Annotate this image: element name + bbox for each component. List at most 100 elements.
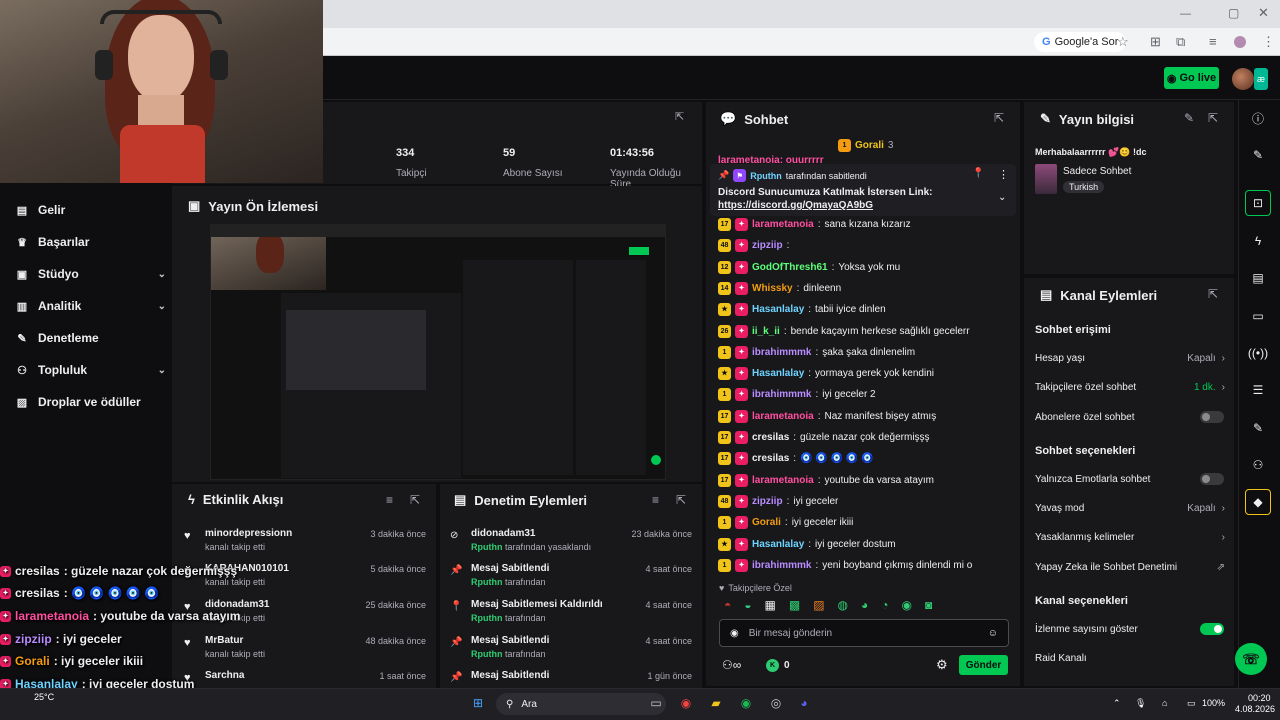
chat-username[interactable]: Whissky [752, 283, 793, 294]
chat-message[interactable]: 1 ✦ Gorali: iyi geceler ikiii [718, 513, 1018, 531]
stats-widget-icon[interactable]: ⊡ [1245, 190, 1271, 216]
chat-message[interactable]: 12 ✦ GodOfThresh61: Yoksa yok mu [718, 258, 1018, 276]
channel-points[interactable]: K 0 [766, 659, 790, 672]
chat-username[interactable]: zipziip [752, 496, 783, 507]
chat-message[interactable]: 1 ✦ ibrahimmmk: yeni boyband çıkmış dinl… [718, 556, 1018, 574]
tray-chevron-icon[interactable]: ⌃ [1113, 698, 1121, 709]
emote-icon[interactable]: ◕ [861, 598, 868, 614]
discord-icon[interactable]: ◕ [794, 693, 814, 713]
banned-words-setting[interactable]: Yasaklanmış kelimeler › [1035, 528, 1225, 546]
wrench-icon[interactable]: ✎ [1245, 415, 1271, 441]
chat-message[interactable]: ★ ✦ Hasanlalay: yormaya gerek yok kendin… [718, 364, 1018, 382]
chat-username[interactable]: Hasanlalay [752, 368, 804, 379]
activity-item[interactable]: ♥ MrBatur kanalı takip etti 48 dakika ön… [184, 635, 428, 665]
obs-icon[interactable]: ◎ [766, 693, 786, 713]
popout-icon[interactable]: ⇱ [994, 111, 1004, 125]
chat-message[interactable]: 17 ✦ cresilas: 🧿 🧿 🧿 🧿 🧿 [718, 449, 1018, 467]
account-age-setting[interactable]: Hesap yaşı Kapalı › [1035, 349, 1225, 367]
category-thumbnail[interactable] [1035, 164, 1057, 194]
popout-icon[interactable]: ⇱ [1208, 111, 1218, 125]
sidebar-item-topluluk[interactable]: ⚇ Topluluk ⌄ [16, 360, 166, 380]
chat-username[interactable]: cresilas [752, 453, 789, 464]
network-icon[interactable]: ⌂ [1162, 698, 1167, 708]
chat-username[interactable]: larametanoia [752, 411, 814, 422]
info-icon[interactable]: ⓘ [1245, 105, 1271, 131]
chat-username[interactable]: ibrahimmmk [752, 389, 811, 400]
category-name[interactable]: Sadece Sohbet [1063, 166, 1131, 177]
chat-message[interactable]: 1 ✦ ibrahimmmk: şaka şaka dinlenelim [718, 343, 1018, 361]
weather-temp[interactable]: 25°C [34, 692, 54, 702]
emote-icon[interactable]: ◉ [902, 598, 912, 614]
profile-icon[interactable] [1234, 36, 1246, 48]
emote-icon[interactable]: ▨ [813, 598, 824, 614]
emote-icon[interactable]: ◍ [838, 598, 848, 614]
slow-mode-setting[interactable]: Yavaş mod Kapalı › [1035, 499, 1225, 517]
emote-icon[interactable]: ▦ [765, 598, 776, 614]
popout-icon[interactable]: ⇱ [675, 110, 684, 123]
top-gifter[interactable]: 1 Gorali 3 [838, 139, 893, 152]
followers-chat-setting[interactable]: Takipçilere özel sohbet 1 dk. › [1035, 378, 1225, 396]
chat-username[interactable]: larametanoia [752, 219, 814, 230]
filter-icon[interactable]: ≡ [652, 493, 659, 507]
extension-icon[interactable]: æ [1254, 68, 1268, 90]
chat-message[interactable]: ★ ✦ Hasanlalay: tabii iyice dinlen [718, 300, 1018, 318]
google-lens-button[interactable]: G Google'a Sor [1034, 32, 1127, 52]
pinned-message[interactable]: 📌 ⚑ Rputhn tarafından sabitlendi 📍 ⋮ Dis… [710, 164, 1016, 216]
filter-icon[interactable]: ≡ [386, 493, 393, 507]
chrome-icon[interactable]: ◉ [676, 693, 696, 713]
window-minimize-button[interactable]: — [1180, 8, 1191, 20]
chat-message[interactable]: 48 ✦ zipziip: [718, 236, 1018, 254]
chat-username[interactable]: ibrahimmmk [752, 560, 811, 571]
clock-time[interactable]: 00:20 [1248, 693, 1271, 703]
window-maximize-button[interactable]: ▢ [1228, 6, 1239, 20]
sidebar-item-denetleme[interactable]: ✎ Denetleme [16, 328, 166, 348]
stream-preview[interactable] [210, 224, 666, 480]
emote-icon[interactable]: ▩ [789, 598, 800, 614]
chat-message[interactable]: 14 ✦ Whissky: dinleenn [718, 279, 1018, 297]
spotify-icon[interactable]: ◉ [736, 693, 756, 713]
emote-icon[interactable]: ◔ [881, 598, 888, 614]
quick-actions-icon[interactable]: ◆ [1245, 489, 1271, 515]
unpin-icon[interactable]: 📍 [972, 168, 984, 179]
ai-moderation-setting[interactable]: Yapay Zeka ile Sohbet Denetimi ⇗ [1035, 558, 1225, 576]
document-icon[interactable]: ▤ [1245, 265, 1271, 291]
help-chat-icon[interactable]: ☏ [1235, 643, 1267, 675]
popout-icon[interactable]: ⇱ [676, 493, 686, 507]
file-explorer-icon[interactable]: ▰ [706, 693, 726, 713]
go-live-button[interactable]: ◉ Go live [1164, 67, 1219, 89]
gear-icon[interactable]: ⚙ [936, 657, 948, 673]
sidebar-item-gelir[interactable]: ▤ Gelir [16, 200, 166, 220]
emote-bar[interactable]: ◓ ◒ ▦ ▩ ▨ ◍ ◕ ◔ ◉ ◙ [724, 598, 1014, 614]
avatar[interactable] [1232, 68, 1254, 90]
sidebar-item-basarilar[interactable]: ♛ Başarılar [16, 232, 166, 252]
emote-only-toggle[interactable] [1200, 473, 1224, 485]
community-icon[interactable]: ⚇∞ [722, 658, 741, 672]
edit-icon[interactable]: ✎ [1184, 111, 1194, 125]
broadcast-icon[interactable]: ((•)) [1245, 340, 1271, 366]
chat-username[interactable]: cresilas [752, 432, 789, 443]
battery-icon[interactable]: ▭ [1187, 698, 1196, 709]
more-icon[interactable]: ⋮ [998, 168, 1009, 181]
send-button[interactable]: Gönder [959, 655, 1008, 675]
tag-badge[interactable]: Turkish [1063, 181, 1105, 193]
browser-menu-icon[interactable]: ⋮ [1262, 34, 1275, 50]
sidebar-item-analitik[interactable]: ▥ Analitik ⌄ [16, 296, 166, 316]
list-icon[interactable]: ☰ [1245, 377, 1271, 403]
lightning-icon[interactable]: ϟ [1245, 228, 1271, 254]
clock-date[interactable]: 4.08.2026 [1235, 704, 1275, 714]
extensions-icon[interactable]: ⧉ [1176, 34, 1185, 50]
community-icon[interactable]: ⚇ [1245, 452, 1271, 478]
chevron-down-icon[interactable]: ⌄ [998, 192, 1006, 203]
chat-username[interactable]: Hasanlalay [752, 539, 804, 550]
media-icon[interactable]: ≡ [1209, 34, 1217, 49]
chat-message[interactable]: 1 ✦ ibrahimmmk: iyi geceler 2 [718, 385, 1018, 403]
moderation-item[interactable]: 📍 Mesaj Sabitlemesi Kaldırıldı Rputhn ta… [450, 599, 694, 629]
chat-username[interactable]: GodOfThresh61 [752, 262, 828, 273]
chat-message[interactable]: 17 ✦ larametanoia: Naz manifest bişey at… [718, 407, 1018, 425]
chat-username[interactable]: zipziip [752, 240, 783, 251]
pencil-icon[interactable]: ✎ [1245, 142, 1271, 168]
sidebar-item-droplar[interactable]: ▨ Droplar ve ödüller [16, 392, 166, 412]
taskbar-search[interactable]: ⚲ Ara [496, 693, 666, 715]
emoji-icon[interactable]: ☺ [988, 628, 998, 639]
moderation-item[interactable]: ⊘ didonadam31 Rputhn tarafından yasaklan… [450, 528, 694, 558]
